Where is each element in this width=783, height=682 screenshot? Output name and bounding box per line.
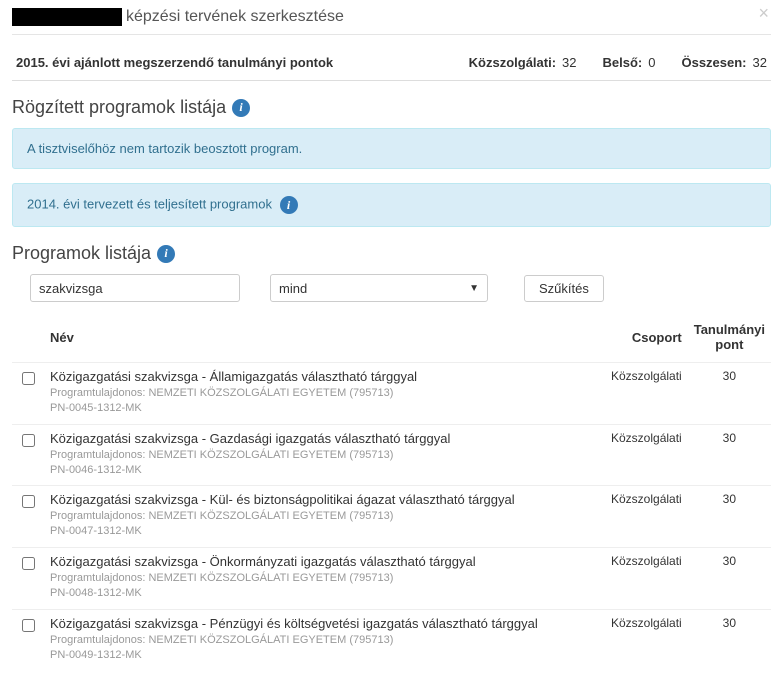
row-checkbox[interactable] [22, 434, 35, 447]
row-code: PN-0047-1312-MK [50, 524, 572, 539]
row-title: Közigazgatási szakvizsga - Gazdasági iga… [50, 431, 572, 446]
row-title: Közigazgatási szakvizsga - Államigazgatá… [50, 369, 572, 384]
row-owner: Programtulajdonos: NEMZETI KÖZSZOLGÁLATI… [50, 633, 572, 648]
info-icon[interactable]: i [280, 196, 298, 214]
row-code: PN-0048-1312-MK [50, 586, 572, 601]
row-points: 30 [688, 486, 771, 548]
programs-list-title-text: Programok listája [12, 243, 151, 264]
fixed-programs-title: Rögzített programok listája i [12, 97, 771, 118]
table-row: Közigazgatási szakvizsga - Kül- és bizto… [12, 486, 771, 548]
col-group: Csoport [578, 316, 688, 363]
belso-value: 0 [648, 55, 655, 70]
table-row: Közigazgatási szakvizsga - Államigazgatá… [12, 363, 771, 425]
row-code: PN-0046-1312-MK [50, 463, 572, 478]
alert-planned-text: 2014. évi tervezett és teljesített progr… [27, 196, 272, 211]
row-title: Közigazgatási szakvizsga - Pénzügyi és k… [50, 616, 572, 631]
col-check [12, 316, 44, 363]
close-icon[interactable]: × [758, 4, 769, 22]
row-group: Közszolgálati [578, 548, 688, 610]
row-group: Közszolgálati [578, 486, 688, 548]
table-row: Közigazgatási szakvizsga - Pénzügyi és k… [12, 609, 771, 670]
table-row: Közigazgatási szakvizsga - Gazdasági iga… [12, 424, 771, 486]
row-checkbox[interactable] [22, 619, 35, 632]
alert-planned-programs[interactable]: 2014. évi tervezett és teljesített progr… [12, 183, 771, 227]
points-summary: 2015. évi ajánlott megszerzendő tanulmán… [12, 41, 771, 81]
info-icon[interactable]: i [157, 245, 175, 263]
chevron-down-icon: ▼ [469, 283, 479, 294]
row-points: 30 [688, 548, 771, 610]
row-code: PN-0049-1312-MK [50, 648, 572, 663]
belso-label: Belső: [603, 55, 643, 70]
row-checkbox[interactable] [22, 557, 35, 570]
row-code: PN-0045-1312-MK [50, 401, 572, 416]
row-owner: Programtulajdonos: NEMZETI KÖZSZOLGÁLATI… [50, 386, 572, 401]
row-checkbox[interactable] [22, 495, 35, 508]
col-name: Név [44, 316, 578, 363]
kozszolgalati-label: Közszolgálati: [469, 55, 556, 70]
filter-select[interactable]: mind ▼ [270, 274, 488, 302]
filter-button[interactable]: Szűkítés [524, 275, 604, 302]
row-group: Közszolgálati [578, 609, 688, 670]
row-points: 30 [688, 609, 771, 670]
table-row: Közigazgatási szakvizsga - Önkormányzati… [12, 548, 771, 610]
row-checkbox[interactable] [22, 372, 35, 385]
row-title: Közigazgatási szakvizsga - Önkormányzati… [50, 554, 572, 569]
programs-table: Név Csoport Tanulmányi pont Közigazgatás… [12, 316, 771, 670]
row-owner: Programtulajdonos: NEMZETI KÖZSZOLGÁLATI… [50, 509, 572, 524]
row-group: Közszolgálati [578, 363, 688, 425]
info-icon[interactable]: i [232, 99, 250, 117]
osszesen-value: 32 [753, 55, 767, 70]
filter-select-value: mind [279, 281, 307, 296]
fixed-programs-title-text: Rögzített programok listája [12, 97, 226, 118]
row-owner: Programtulajdonos: NEMZETI KÖZSZOLGÁLATI… [50, 571, 572, 586]
search-input[interactable] [30, 274, 240, 302]
row-group: Közszolgálati [578, 424, 688, 486]
col-points: Tanulmányi pont [688, 316, 771, 363]
programs-list-title: Programok listája i [12, 243, 771, 264]
osszesen-label: Összesen: [681, 55, 746, 70]
points-lead: 2015. évi ajánlott megszerzendő tanulmán… [16, 55, 461, 70]
row-points: 30 [688, 363, 771, 425]
kozszolgalati-value: 32 [562, 55, 576, 70]
row-points: 30 [688, 424, 771, 486]
row-title: Közigazgatási szakvizsga - Kül- és bizto… [50, 492, 572, 507]
alert-no-assigned: A tisztviselőhöz nem tartozik beosztott … [12, 128, 771, 169]
redacted-name [12, 8, 122, 26]
row-owner: Programtulajdonos: NEMZETI KÖZSZOLGÁLATI… [50, 448, 572, 463]
modal-title: képzési tervének szerkesztése [126, 8, 344, 26]
